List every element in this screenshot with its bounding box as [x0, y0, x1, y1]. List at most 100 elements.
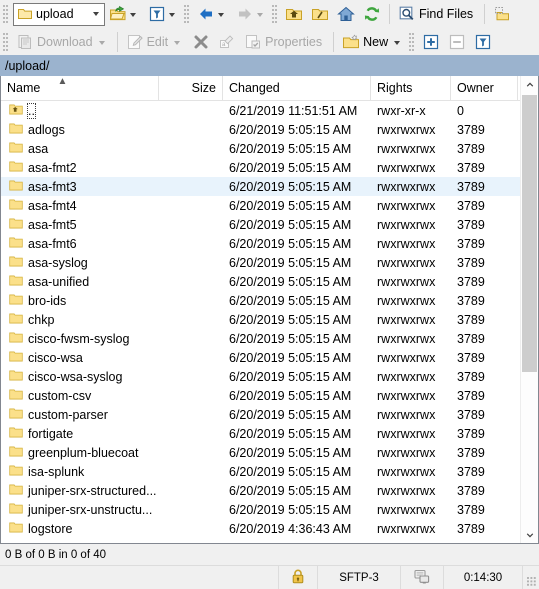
column-header-changed[interactable]: Changed [223, 76, 371, 100]
add-bookmark-button[interactable] [489, 2, 515, 26]
table-row[interactable]: custom-csv 6/20/2019 5:05:15 AM rwxrwxrwx 3… [1, 386, 520, 405]
cell-name[interactable]: bro-ids [1, 293, 159, 309]
cell-name[interactable]: custom-csv [1, 388, 159, 404]
table-row[interactable]: asa-fmt3 6/20/2019 5:05:15 AM rwxrwxrwx 378… [1, 177, 520, 196]
table-row[interactable]: cisco-wsa-syslog 6/20/2019 5:05:15 AM rwxr… [1, 367, 520, 386]
table-row[interactable]: asa 6/20/2019 5:05:15 AM rwxrwxrwx 3789 [1, 139, 520, 158]
cell-name[interactable]: asa [1, 141, 159, 157]
column-header-rights[interactable]: Rights [371, 76, 451, 100]
table-row[interactable]: fortigate 6/20/2019 5:05:15 AM rwxrwxrwx 37… [1, 424, 520, 443]
cell-name[interactable]: asa-fmt2 [1, 160, 159, 176]
column-header-size[interactable]: Size [159, 76, 223, 100]
column-header-name[interactable]: Name ▲ [1, 76, 159, 100]
select-files-button[interactable] [418, 30, 444, 54]
scroll-down-button[interactable] [521, 526, 538, 543]
cell-name[interactable]: asa-syslog [1, 255, 159, 271]
cell-rights: rwxrwxrwx [377, 274, 436, 289]
cell-name[interactable]: juniper-srx-structured... [1, 483, 159, 499]
cell-name[interactable]: asa-fmt5 [1, 217, 159, 233]
new-button[interactable]: New [338, 30, 408, 54]
cell-name[interactable]: juniper-srx-unstructu... [1, 502, 159, 518]
status-protocol-pane[interactable]: SFTP-3 [317, 566, 400, 589]
back-button[interactable] [193, 2, 232, 26]
cell-name[interactable]: logstore [1, 521, 159, 537]
table-row[interactable]: isa-splunk 6/20/2019 5:05:15 AM rwxrwxrwx 3… [1, 462, 520, 481]
table-row[interactable]: greenplum-bluecoat 6/20/2019 5:05:15 AM rw… [1, 443, 520, 462]
vertical-scrollbar[interactable] [520, 76, 538, 543]
cell-name[interactable]: asa-fmt6 [1, 236, 159, 252]
toolbar-grip-5[interactable] [409, 32, 416, 51]
table-row[interactable]: asa-fmt2 6/20/2019 5:05:15 AM rwxrwxrwx 378… [1, 158, 520, 177]
cell-name[interactable]: isa-splunk [1, 464, 159, 480]
table-row[interactable]: chkp 6/20/2019 5:05:15 AM rwxrwxrwx 3789 [1, 310, 520, 329]
chevron-down-icon[interactable] [394, 40, 401, 45]
table-row[interactable]: cisco-wsa 6/20/2019 5:05:15 AM rwxrwxrwx 37… [1, 348, 520, 367]
toolbar-grip-4[interactable] [3, 32, 9, 51]
status-session-pane[interactable] [400, 566, 443, 589]
folder-icon [9, 426, 23, 442]
table-row[interactable]: .. 6/21/2019 11:51:51 AM rwxr-xr-x 0 [1, 101, 520, 120]
path-combo-dropdown[interactable] [88, 4, 104, 24]
cell-owner: 3789 [457, 198, 485, 213]
remote-path-combo[interactable]: upload [13, 2, 105, 26]
cell-name[interactable]: asa-fmt4 [1, 198, 159, 214]
cell-name[interactable]: asa-fmt3 [1, 179, 159, 195]
cell-name[interactable]: chkp [1, 312, 159, 328]
scroll-up-button[interactable] [521, 76, 538, 93]
scrollbar-track[interactable] [521, 93, 538, 526]
remote-session-icon [414, 569, 430, 587]
cell-name[interactable]: cisco-fwsm-syslog [1, 331, 159, 347]
cell-changed: 6/20/2019 5:05:15 AM [229, 255, 352, 270]
chevron-down-icon[interactable] [169, 13, 175, 17]
table-row[interactable]: asa-fmt5 6/20/2019 5:05:15 AM rwxrwxrwx 378… [1, 215, 520, 234]
cell-name[interactable]: greenplum-bluecoat [1, 445, 159, 461]
file-list-rows[interactable]: .. 6/21/2019 11:51:51 AM rwxr-xr-x 0 adlogs 6… [1, 101, 520, 543]
winscp-window: upload Find Files Download Edit a Proper… [0, 0, 539, 589]
refresh-button[interactable] [359, 2, 385, 26]
toolbar-grip[interactable] [3, 5, 9, 23]
cell-name[interactable]: fortigate [1, 426, 159, 442]
table-row[interactable]: asa-fmt4 6/20/2019 5:05:15 AM rwxrwxrwx 378… [1, 196, 520, 215]
home-directory-button[interactable] [333, 2, 359, 26]
scrollbar-thumb[interactable] [522, 95, 537, 373]
cell-rights: rwxrwxrwx [377, 217, 436, 232]
column-header-owner[interactable]: Owner [451, 76, 518, 100]
table-row[interactable]: cisco-fwsm-syslog 6/20/2019 5:05:15 AM rwx… [1, 329, 520, 348]
table-row[interactable]: asa-unified 6/20/2019 5:05:15 AM rwxrwxrwx… [1, 272, 520, 291]
cell-name[interactable]: custom-parser [1, 407, 159, 423]
find-files-button[interactable]: Find Files [394, 2, 480, 26]
cell-rights: rwxrwxrwx [377, 312, 436, 327]
open-directory-button[interactable] [105, 2, 144, 26]
cell-name[interactable]: .. [1, 102, 159, 119]
table-row[interactable]: asa-fmt6 6/20/2019 5:05:15 AM rwxrwxrwx 378… [1, 234, 520, 253]
properties-button: Properties [240, 30, 329, 54]
status-encryption-pane[interactable] [278, 566, 317, 589]
cell-changed: 6/20/2019 5:05:15 AM [229, 122, 352, 137]
remote-path-bar[interactable]: /upload/ [0, 55, 539, 76]
chevron-down-icon[interactable] [130, 13, 136, 17]
filter-button[interactable] [144, 2, 183, 26]
table-row[interactable]: juniper-srx-unstructu... 6/20/2019 5:05:1… [1, 500, 520, 519]
toolbar-grip-2[interactable] [184, 5, 190, 23]
cell-rights: rwxrwxrwx [377, 236, 436, 251]
parent-directory-button[interactable] [281, 2, 307, 26]
table-row[interactable]: adlogs 6/20/2019 5:05:15 AM rwxrwxrwx 3789 [1, 120, 520, 139]
cell-owner: 3789 [457, 217, 485, 232]
cell-name[interactable]: asa-unified [1, 274, 159, 290]
selection-filter-button[interactable] [470, 30, 496, 54]
cell-name[interactable]: cisco-wsa [1, 350, 159, 366]
cell-name[interactable]: adlogs [1, 122, 159, 138]
chevron-down-icon[interactable] [218, 13, 224, 17]
cell-name[interactable]: cisco-wsa-syslog [1, 369, 159, 385]
table-row[interactable]: logstore 6/20/2019 4:36:43 AM rwxrwxrwx 378… [1, 519, 520, 538]
table-row[interactable]: juniper-srx-structured... 6/20/2019 5:05:… [1, 481, 520, 500]
table-row[interactable]: bro-ids 6/20/2019 5:05:15 AM rwxrwxrwx 3789 [1, 291, 520, 310]
table-row[interactable]: asa-syslog 6/20/2019 5:05:15 AM rwxrwxrwx 3… [1, 253, 520, 272]
folder-icon [9, 407, 23, 423]
top-toolbar: upload Find Files [0, 0, 539, 28]
root-directory-button[interactable] [307, 2, 333, 26]
table-row[interactable]: custom-parser 6/20/2019 5:05:15 AM rwxrwxr… [1, 405, 520, 424]
window-resize-grip[interactable] [522, 566, 539, 589]
status-duration-pane[interactable]: 0:14:30 [443, 566, 522, 589]
toolbar-grip-3[interactable] [272, 5, 278, 23]
